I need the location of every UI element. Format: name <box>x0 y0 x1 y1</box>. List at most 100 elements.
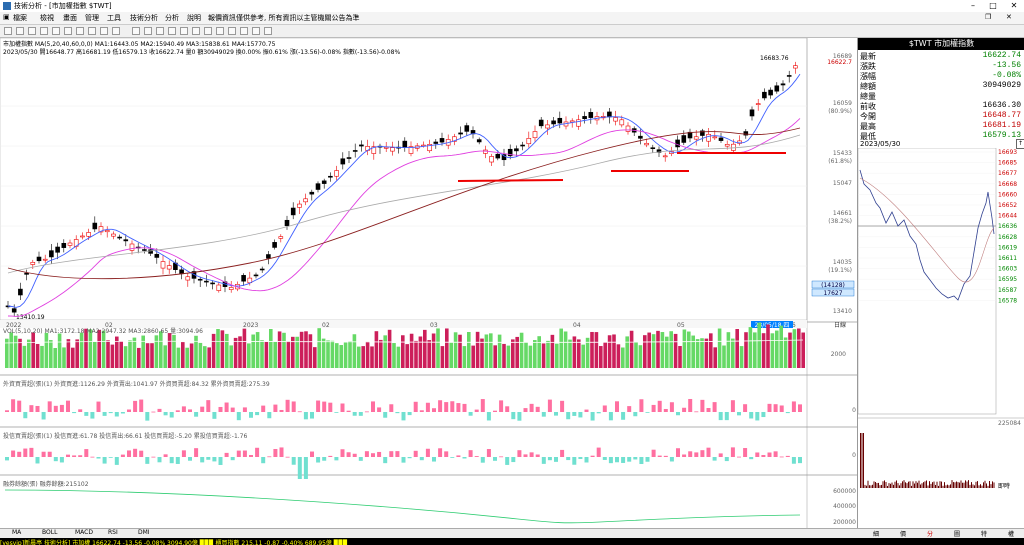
foreign-bar <box>377 407 382 412</box>
menu-tools[interactable]: 工具 <box>107 13 121 23</box>
tab-rights[interactable]: 權 <box>1000 529 1022 538</box>
zoom-in-icon[interactable] <box>100 27 108 35</box>
draw-icon[interactable] <box>168 27 176 35</box>
intraday-vol-bar <box>986 483 987 488</box>
volume-bar <box>339 345 343 368</box>
bar-icon[interactable] <box>144 27 152 35</box>
maximize-icon[interactable]: □ <box>985 0 1001 12</box>
candle-body <box>259 268 265 271</box>
volume-bar <box>427 340 431 368</box>
candle-body <box>284 219 290 227</box>
candle-body <box>67 242 73 246</box>
menu-analysis[interactable]: 分析 <box>165 13 179 23</box>
circle-icon[interactable] <box>216 27 224 35</box>
text-icon[interactable] <box>180 27 188 35</box>
save-icon[interactable] <box>28 27 36 35</box>
candle-body <box>557 117 563 124</box>
candle-body <box>582 116 587 119</box>
foreign-bar <box>621 412 626 420</box>
candle-body <box>30 262 36 265</box>
new-icon[interactable] <box>4 27 12 35</box>
candle-icon[interactable] <box>132 27 140 35</box>
chart-canvas[interactable]: 1668916622.716059(80.9%)15433(61.8%)1504… <box>0 38 857 528</box>
minimize-icon[interactable]: – <box>965 0 981 12</box>
volume-bar <box>405 344 409 368</box>
candle-body <box>104 230 110 233</box>
tab-special[interactable]: 特 <box>973 529 995 538</box>
invest-bar <box>297 457 302 479</box>
tab-rsi[interactable]: RSI <box>108 529 118 536</box>
close-child-icon[interactable]: ✕ <box>1006 13 1012 21</box>
invest-bar <box>724 457 729 462</box>
candle-body <box>49 250 54 258</box>
menu-screen[interactable]: 畫面 <box>63 13 77 23</box>
undo-icon[interactable] <box>88 27 96 35</box>
tab-ma[interactable]: MA <box>12 529 21 536</box>
app-icon <box>3 2 11 10</box>
menu-view[interactable]: 檢視 <box>40 13 54 23</box>
color-icon[interactable] <box>252 27 260 35</box>
foreign-bar <box>11 399 16 412</box>
intraday-vol-bar <box>899 485 900 488</box>
tab-chart[interactable]: 圖 <box>946 529 968 538</box>
print-icon[interactable] <box>40 27 48 35</box>
support-line <box>457 179 564 182</box>
intraday-vol-bar <box>981 485 983 488</box>
tab-boll[interactable]: BOLL <box>42 529 57 536</box>
grid-icon[interactable] <box>240 27 248 35</box>
x-axis-label: 03 <box>430 322 438 329</box>
line-icon[interactable] <box>156 27 164 35</box>
open-icon[interactable] <box>16 27 24 35</box>
zoom-out-icon[interactable] <box>112 27 120 35</box>
volume-bar <box>185 347 189 368</box>
chart-area[interactable]: 16689 16622.7 16059 (80.9%) 15433 (61.8%) 1504… <box>0 38 857 528</box>
volume-bar <box>440 346 445 368</box>
tab-macd[interactable]: MACD <box>75 529 93 536</box>
app-menu-icon[interactable]: ▣ <box>3 13 10 21</box>
intraday-vol-bar <box>977 481 978 488</box>
menu-manage[interactable]: 管理 <box>85 13 99 23</box>
candle-body <box>129 243 135 251</box>
intraday-y-label: 16644 <box>998 213 1017 220</box>
volume-bar <box>519 332 524 368</box>
rect-icon[interactable] <box>204 27 212 35</box>
candle-body <box>216 284 222 291</box>
menu-file[interactable]: 檔案 <box>13 13 27 23</box>
save-layout-icon[interactable] <box>264 27 272 35</box>
candle-body <box>650 147 656 150</box>
cut-icon[interactable] <box>52 27 60 35</box>
paste-icon[interactable] <box>76 27 84 35</box>
foreign-bar <box>651 404 656 412</box>
y-axis-label: (80.9%) <box>828 108 852 115</box>
invest-bar <box>773 451 778 457</box>
foreign-bar <box>175 410 180 412</box>
menu-tech-analysis[interactable]: 技術分析 <box>130 13 158 23</box>
candle-body <box>328 175 333 178</box>
y-axis-label: (61.8%) <box>828 158 852 165</box>
menu-help[interactable]: 說明 <box>187 13 201 23</box>
volume-bar <box>18 338 22 368</box>
tab-price[interactable]: 價 <box>892 529 914 538</box>
intraday-vol-tag: 即時 <box>998 482 1010 490</box>
restore-icon[interactable]: ❐ <box>985 13 991 21</box>
intraday-vol-bar <box>966 481 968 488</box>
volume-bar <box>691 335 695 368</box>
fib-icon[interactable] <box>228 27 236 35</box>
foreign-bar <box>316 400 321 412</box>
copy-icon[interactable] <box>64 27 72 35</box>
intraday-chart[interactable]: 16693 16685 16677 16668 16660 16652 16644 16636… <box>858 148 1024 524</box>
volume-bar <box>651 334 656 368</box>
arrow-icon[interactable] <box>192 27 200 35</box>
volume-bar <box>590 331 594 368</box>
tab-minute[interactable]: 分 <box>919 529 941 538</box>
close-icon[interactable]: ✕ <box>1006 0 1022 12</box>
foreign-bar <box>480 399 485 412</box>
volume-bar <box>779 325 783 368</box>
candle-body <box>315 183 321 190</box>
intraday-vol-bar <box>866 485 867 488</box>
tab-dmi[interactable]: DMI <box>138 529 150 536</box>
volume-bar <box>475 331 480 368</box>
tab-detail[interactable]: 細 <box>865 529 887 538</box>
volume-bar <box>198 342 203 368</box>
volume-bar <box>431 333 436 368</box>
